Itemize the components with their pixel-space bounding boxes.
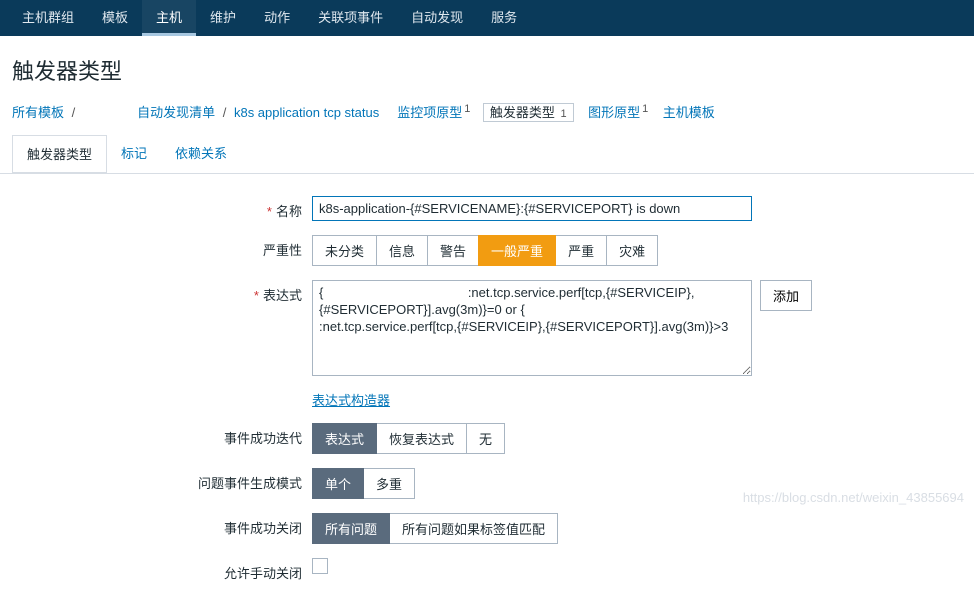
severity-group: 未分类 信息 警告 一般严重 严重 灾难	[312, 235, 658, 266]
add-button[interactable]: 添加	[760, 280, 812, 311]
ok-close-label: 事件成功关闭	[12, 513, 312, 537]
ok-iter-recovery[interactable]: 恢复表达式	[376, 423, 467, 454]
nav-templates[interactable]: 模板	[88, 0, 142, 36]
sub-tabs: 触发器类型 标记 依赖关系	[0, 135, 974, 174]
bc-sep2: /	[219, 105, 231, 120]
manual-close-label: 允许手动关闭	[12, 558, 312, 582]
bc-graph-proto-count: 1	[642, 103, 648, 115]
bc-item-proto[interactable]: 监控项原型	[397, 105, 462, 120]
expression-textarea[interactable]: { :net.tcp.service.perf[tcp,{#SERVICEIP}…	[312, 280, 752, 376]
tab-tags[interactable]: 标记	[107, 135, 161, 173]
tab-trigger-type[interactable]: 触发器类型	[12, 135, 107, 174]
nav-correlation[interactable]: 关联项事件	[304, 0, 397, 36]
breadcrumb: 所有模板 / 自动发现清单 / k8s application tcp stat…	[0, 102, 974, 135]
nav-actions[interactable]: 动作	[250, 0, 304, 36]
ok-iter-none[interactable]: 无	[466, 423, 505, 454]
name-input[interactable]	[312, 196, 752, 221]
severity-average[interactable]: 一般严重	[478, 235, 556, 266]
bc-trigger-proto[interactable]: 触发器类型 1	[483, 103, 574, 122]
bc-discovery-rule[interactable]: k8s application tcp status	[234, 105, 379, 120]
bc-graph-proto[interactable]: 图形原型	[588, 105, 640, 120]
name-label: *名称	[12, 196, 312, 220]
bc-all-templates[interactable]: 所有模板	[12, 105, 64, 120]
ok-close-tag-match[interactable]: 所有问题如果标签值匹配	[389, 513, 558, 544]
bc-host-template[interactable]: 主机模板	[663, 105, 715, 120]
ok-iteration-group: 表达式 恢复表达式 无	[312, 423, 505, 454]
gen-mode-multiple[interactable]: 多重	[363, 468, 415, 499]
top-navigation: 主机群组 模板 主机 维护 动作 关联项事件 自动发现 服务	[0, 0, 974, 36]
ok-close-group: 所有问题 所有问题如果标签值匹配	[312, 513, 558, 544]
bc-discovery-list[interactable]: 自动发现清单	[137, 105, 215, 120]
tab-dependencies[interactable]: 依赖关系	[161, 135, 241, 173]
ok-iteration-label: 事件成功迭代	[12, 423, 312, 447]
manual-close-checkbox[interactable]	[312, 558, 328, 574]
gen-mode-single[interactable]: 单个	[312, 468, 364, 499]
expression-label: *表达式	[12, 280, 312, 304]
ok-iter-expression[interactable]: 表达式	[312, 423, 377, 454]
severity-disaster[interactable]: 灾难	[606, 235, 658, 266]
ok-close-all[interactable]: 所有问题	[312, 513, 390, 544]
nav-discovery[interactable]: 自动发现	[397, 0, 477, 36]
nav-hostgroups[interactable]: 主机群组	[8, 0, 88, 36]
severity-high[interactable]: 严重	[555, 235, 607, 266]
severity-info[interactable]: 信息	[376, 235, 428, 266]
nav-hosts[interactable]: 主机	[142, 0, 196, 36]
bc-item-proto-count: 1	[464, 103, 470, 115]
bc-sep: /	[68, 105, 80, 120]
severity-warning[interactable]: 警告	[427, 235, 479, 266]
page-title: 触发器类型	[12, 54, 974, 86]
nav-services[interactable]: 服务	[477, 0, 531, 36]
form: *名称 严重性 未分类 信息 警告 一般严重 严重 灾难 *表达式 { :net…	[0, 174, 974, 608]
severity-unclassified[interactable]: 未分类	[312, 235, 377, 266]
nav-maintenance[interactable]: 维护	[196, 0, 250, 36]
gen-mode-label: 问题事件生成模式	[12, 468, 312, 492]
expression-builder-link[interactable]: 表达式构造器	[312, 390, 390, 409]
severity-label: 严重性	[12, 235, 312, 259]
gen-mode-group: 单个 多重	[312, 468, 415, 499]
